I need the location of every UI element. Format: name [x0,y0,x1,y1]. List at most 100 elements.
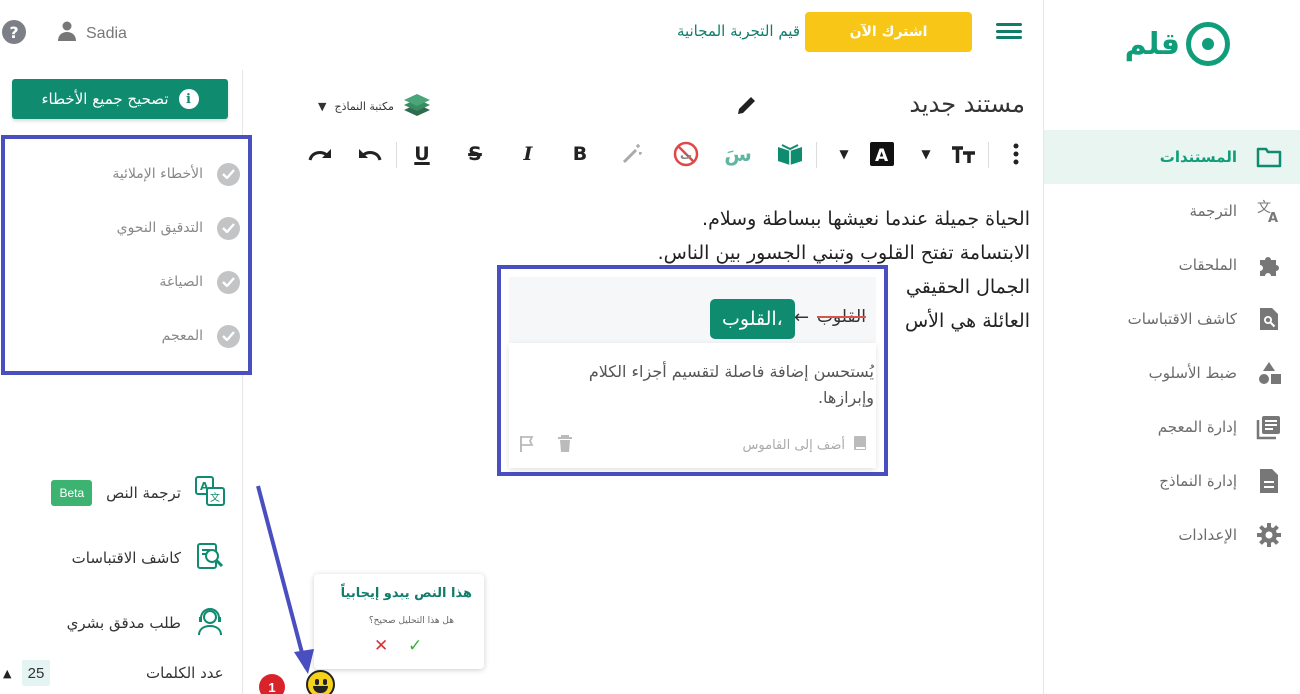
check-label: المعجم [161,328,203,344]
sidebar-item-documents[interactable]: المستندات [1044,130,1300,184]
caret-up-icon[interactable]: ▲ [3,667,11,680]
check-icon [217,216,240,240]
font-size-icon[interactable] [944,136,984,172]
tashkeel-icon[interactable]: سَ [718,136,758,172]
issues-count-badge[interactable]: 1 [259,674,285,694]
original-word: القلوب [817,307,866,327]
add-to-dictionary-button[interactable]: أضف إلى القاموس [743,435,867,455]
user-icon [58,21,76,46]
tool-plagiarism-detector[interactable]: كاشف الاقتباسات [0,525,243,590]
text-line: الحياة جميلة عندما نعيشها ببساطة وسلام. [702,208,1030,230]
check-icon [217,162,240,186]
beta-badge: Beta [51,479,93,506]
suggested-word-button[interactable]: القلوب، [710,299,795,339]
sidebar-item-extensions[interactable]: الملحقات [1044,238,1300,292]
edit-title-icon[interactable] [736,94,758,120]
shapes-icon [1255,359,1283,387]
folder-icon [1255,143,1283,171]
word-count-bar: ▲ 25 عدد الكلمات [0,656,243,690]
book-icon [1255,413,1283,441]
caret-down-icon[interactable]: ▼ [906,136,946,172]
tool-label: كاشف الاقتباسات [71,548,181,567]
check-label: الأخطاء الإملائية [112,166,203,182]
no-ignore-icon[interactable]: ت [666,136,706,172]
check-item-spelling[interactable]: الأخطاء الإملائية [5,147,248,201]
plagiarism-icon [195,541,225,575]
checks-list: الأخطاء الإملائية التدقيق النحوي الصياغة… [1,135,252,375]
underline-icon[interactable]: U [402,136,442,172]
suggestion-popup: القلوب ← القلوب، يُستحسن إضافة فاصلة لتق… [497,265,888,476]
logo-mark-icon [1186,22,1230,66]
sidebar-item-dictionary[interactable]: إدارة المعجم [1044,400,1300,454]
more-options-icon[interactable] [996,136,1036,172]
undo-icon[interactable] [350,136,390,172]
magic-wand-icon[interactable] [612,136,652,172]
add-to-dictionary-label: أضف إلى القاموس [742,437,845,453]
trash-icon[interactable] [557,435,573,457]
tool-label: طلب مدقق بشري [66,613,181,632]
qalam-logo[interactable]: قلم [1125,22,1230,66]
sidebar-item-label: المستندات [1159,148,1237,166]
info-icon: i [178,89,199,109]
word-count-label: عدد الكلمات [146,664,224,682]
menu-toggle-icon[interactable] [996,20,1022,42]
arrow-left-icon: ← [794,307,810,328]
sentiment-title: هذا النص يبدو إيجابياً [340,586,472,601]
translate-icon: A文 [195,475,225,510]
sidebar-item-plagiarism[interactable]: كاشف الاقتباسات [1044,292,1300,346]
subscribe-button[interactable]: اشترك الآن [805,12,972,52]
quran-book-icon[interactable] [770,136,810,172]
check-item-wording[interactable]: الصياغة [5,255,248,309]
sidebar-item-translation[interactable]: 文A الترجمة [1044,184,1300,238]
sidebar-item-templates[interactable]: إدارة النماذج [1044,454,1300,508]
bold-icon[interactable]: B [560,136,600,172]
sentiment-popup: هذا النص يبدو إيجابياً هل هذا التحليل صح… [314,574,484,669]
fix-all-label: تصحيح جميع الأخطاء [41,90,169,108]
svg-text:文: 文 [210,491,220,504]
flag-icon[interactable] [519,435,535,457]
suggestion-header: القلوب ← القلوب، [509,277,876,343]
free-trial-link[interactable]: قيم التجربة المجانية [640,22,800,40]
templates-library-dropdown[interactable]: ▼ مكتبة النماذج [318,92,432,121]
check-item-grammar[interactable]: التدقيق النحوي [5,201,248,255]
user-menu[interactable]: Sadia [58,21,127,46]
reject-icon[interactable]: ✕ [374,636,388,656]
sidebar-item-label: الترجمة [1189,202,1237,220]
sidebar-item-label: الملحقات [1178,256,1237,274]
smiley-icon[interactable] [306,670,335,694]
document-title[interactable]: مستند جديد [860,90,1025,118]
tool-translate-text[interactable]: A文 ترجمة النص Beta [0,460,243,525]
search-doc-icon [1255,305,1283,333]
document-icon [1255,467,1283,495]
headset-agent-icon [195,606,225,640]
gear-icon [1255,521,1283,549]
toolbar-divider [396,142,397,168]
caret-down-icon[interactable]: ▼ [824,136,864,172]
fix-all-button[interactable]: تصحيح جميع الأخطاء i [12,79,228,119]
tool-label: ترجمة النص [106,483,181,502]
sidebar-item-label: ضبط الأسلوب [1148,364,1237,382]
main-sidebar: قلم المستندات 文A الترجمة الملحقات كاشف ا… [1043,0,1300,694]
tool-human-proofreader[interactable]: طلب مدقق بشري [0,590,243,655]
sidebar-item-style[interactable]: ضبط الأسلوب [1044,346,1300,400]
confirm-icon[interactable]: ✓ [408,636,422,656]
check-label: التدقيق النحوي [116,220,203,236]
sidebar-item-settings[interactable]: الإعدادات [1044,508,1300,562]
sentiment-question: هل هذا التحليل صحيح؟ [368,616,454,626]
annotation-arrow-icon [256,485,314,674]
sidebar-item-label: كاشف الاقتباسات [1127,310,1237,328]
books-icon [402,92,432,121]
sidebar-item-label: الإعدادات [1178,526,1237,544]
font-color-icon[interactable]: A [862,136,902,172]
redo-icon[interactable] [300,136,340,172]
svg-text:ت: ت [680,148,692,162]
book-icon [853,435,867,455]
puzzle-icon [1255,251,1283,279]
sidebar-item-label: إدارة النماذج [1159,472,1237,490]
caret-down-icon: ▼ [318,100,327,113]
strikethrough-icon[interactable]: S [455,136,495,172]
word-count-value: 25 [22,660,50,686]
help-button[interactable]: ? [2,20,26,44]
check-item-lexicon[interactable]: المعجم [5,309,248,363]
italic-icon[interactable]: I [508,136,548,172]
